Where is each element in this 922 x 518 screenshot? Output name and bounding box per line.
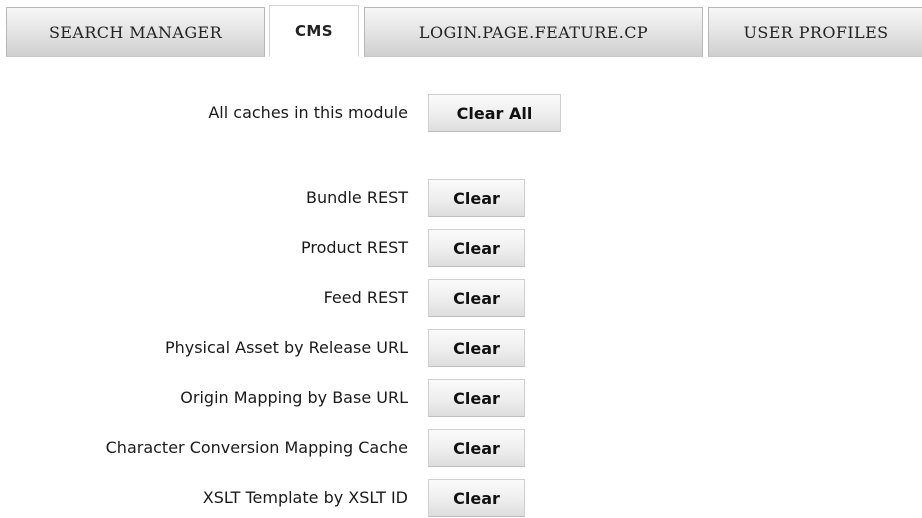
- clear-all-row: All caches in this module Clear All: [0, 93, 922, 133]
- clear-product-rest-button[interactable]: Clear: [428, 229, 525, 267]
- clear-physical-asset-button[interactable]: Clear: [428, 329, 525, 367]
- module-tab-bar: SEARCH MANAGER CMS LOGIN.PAGE.FEATURE.CP…: [0, 0, 922, 62]
- cache-row-physical-asset: Physical Asset by Release URL Clear: [0, 328, 922, 368]
- clear-origin-mapping-button[interactable]: Clear: [428, 379, 525, 417]
- clear-character-conversion-button[interactable]: Clear: [428, 429, 525, 467]
- clear-xslt-template-button[interactable]: Clear: [428, 479, 525, 517]
- cache-label: Origin Mapping by Base URL: [180, 388, 408, 407]
- cache-label: Product REST: [301, 238, 408, 257]
- tab-cms[interactable]: CMS: [269, 5, 359, 57]
- cache-row-bundle-rest: Bundle REST Clear: [0, 178, 922, 218]
- cache-label: Physical Asset by Release URL: [164, 338, 408, 357]
- cache-label: Feed REST: [323, 288, 408, 307]
- tab-user-profiles[interactable]: USER PROFILES: [708, 7, 922, 57]
- tab-login-page-feature-cp[interactable]: LOGIN.PAGE.FEATURE.CP: [364, 7, 703, 57]
- cache-row-product-rest: Product REST Clear: [0, 228, 922, 268]
- cache-label: Character Conversion Mapping Cache: [105, 438, 408, 457]
- cache-label: Bundle REST: [306, 188, 408, 207]
- cache-row-feed-rest: Feed REST Clear: [0, 278, 922, 318]
- cache-label: XSLT Template by XSLT ID: [202, 488, 408, 507]
- clear-all-label: All caches in this module: [208, 103, 408, 122]
- tab-search-manager[interactable]: SEARCH MANAGER: [6, 7, 265, 57]
- cache-row-character-conversion: Character Conversion Mapping Cache Clear: [0, 428, 922, 468]
- clear-feed-rest-button[interactable]: Clear: [428, 279, 525, 317]
- clear-bundle-rest-button[interactable]: Clear: [428, 179, 525, 217]
- cache-row-origin-mapping: Origin Mapping by Base URL Clear: [0, 378, 922, 418]
- cache-row-xslt-template: XSLT Template by XSLT ID Clear: [0, 478, 922, 518]
- clear-all-button[interactable]: Clear All: [428, 94, 561, 132]
